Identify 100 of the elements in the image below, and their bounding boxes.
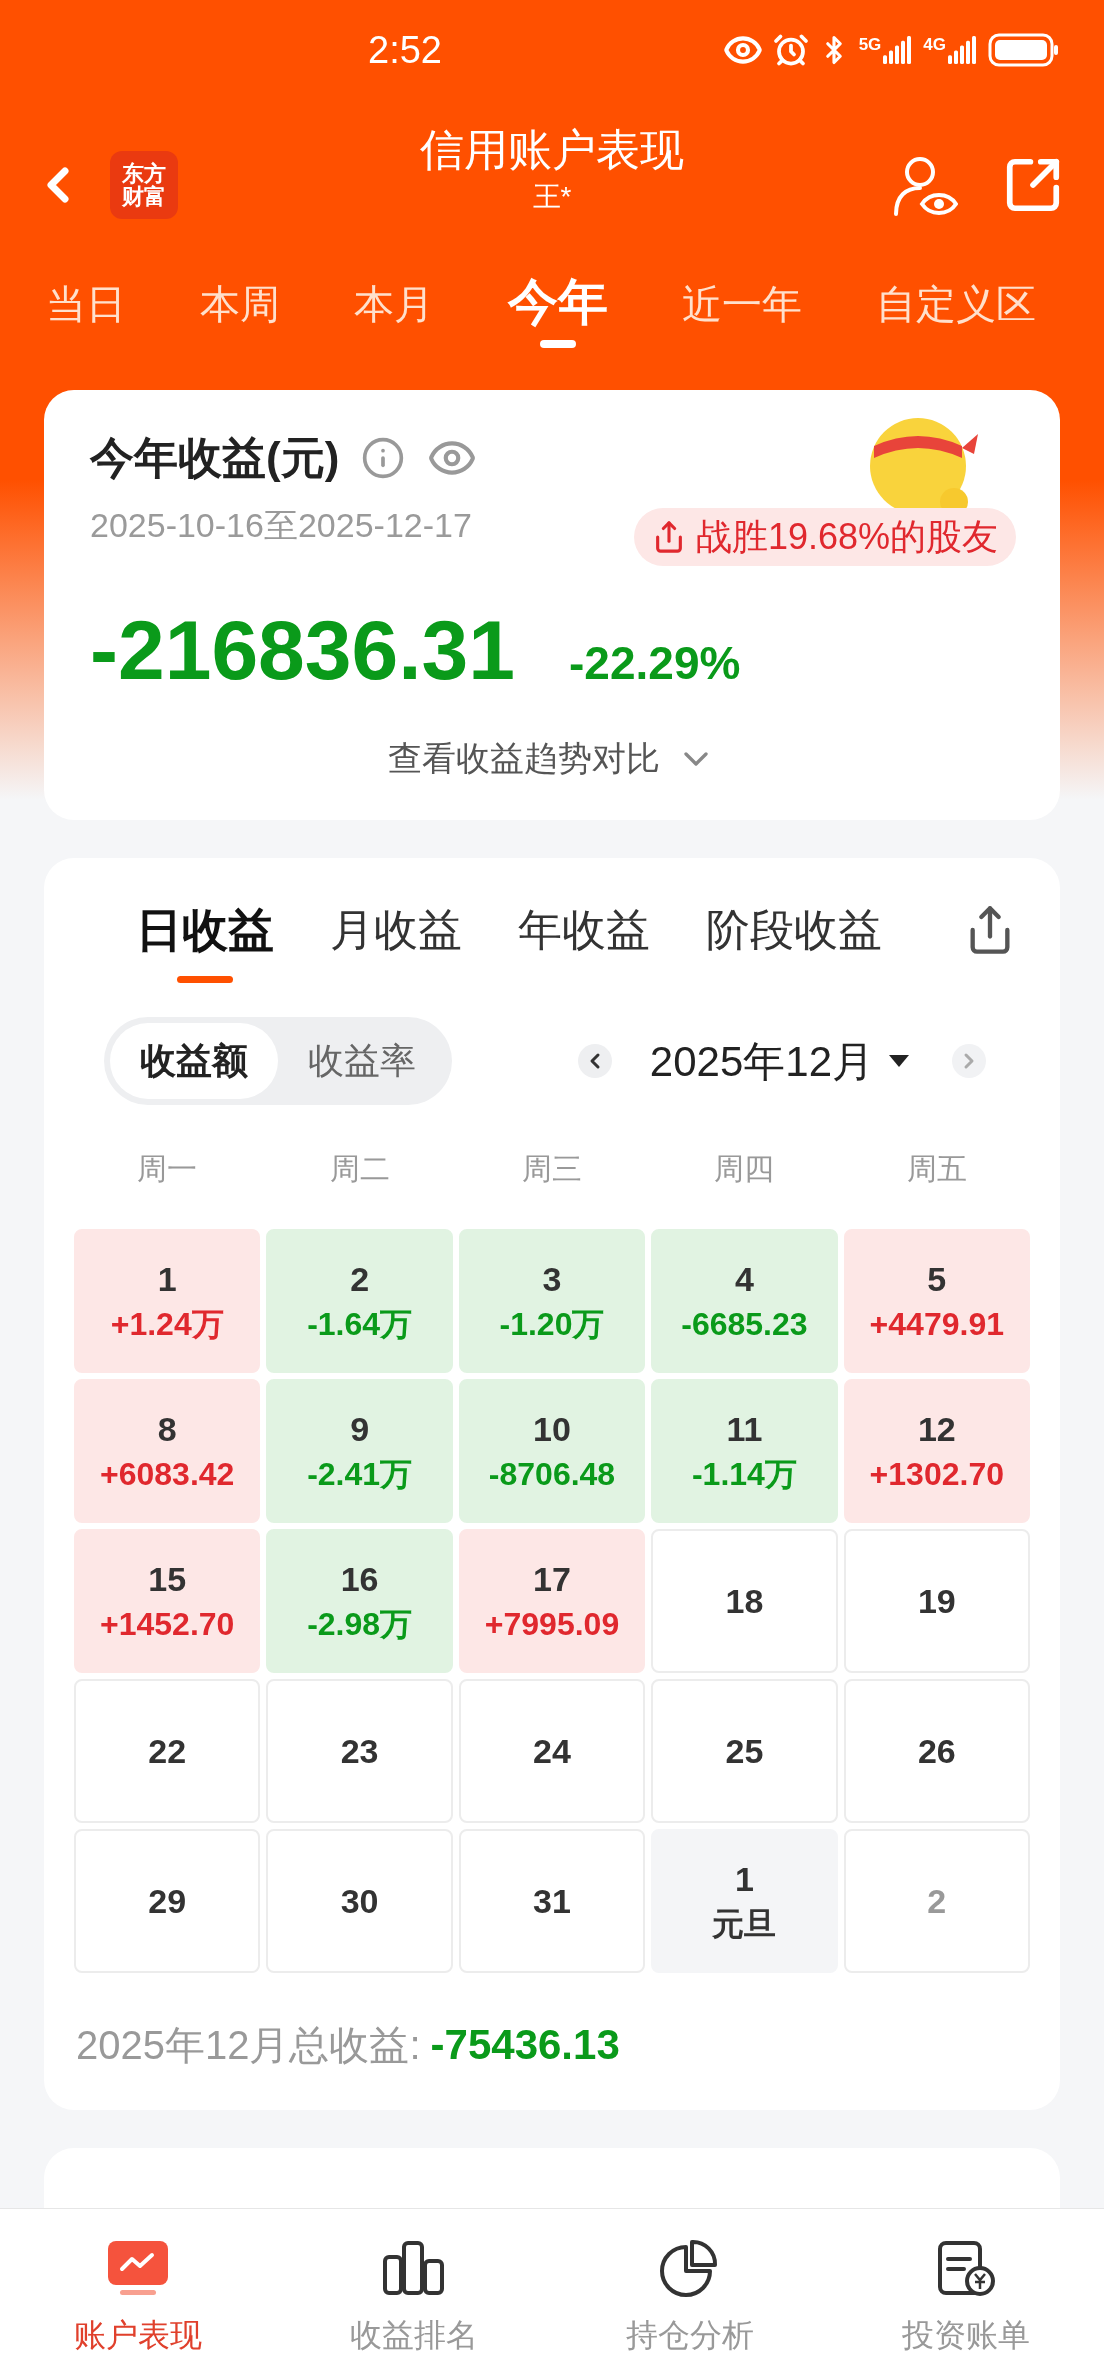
calendar-day[interactable]: 2 -1.64万 bbox=[266, 1229, 453, 1373]
calendar-day[interactable]: 11 -1.14万 bbox=[651, 1379, 838, 1523]
day-profit: -1.20万 bbox=[499, 1305, 605, 1344]
calendar-day[interactable]: 1 元旦 bbox=[651, 1829, 838, 1973]
network-label: 4G bbox=[923, 36, 946, 53]
calendar-day[interactable]: 26 bbox=[843, 1679, 1030, 1823]
day-profit: -2.98万 bbox=[307, 1605, 413, 1644]
day-profit: -1.64万 bbox=[307, 1305, 413, 1344]
calendar-day[interactable]: 18 bbox=[651, 1529, 838, 1673]
day-number: 3 bbox=[542, 1259, 562, 1300]
calendar-day[interactable]: 3 -1.20万 bbox=[458, 1229, 646, 1373]
day-profit: +1452.70 bbox=[100, 1605, 235, 1644]
calendar-day[interactable]: 25 bbox=[651, 1679, 838, 1823]
calendar-day[interactable]: 23 bbox=[266, 1679, 453, 1823]
day-profit: +1.24万 bbox=[110, 1305, 224, 1344]
chart-screen-icon bbox=[106, 2239, 170, 2297]
signal-icon bbox=[948, 36, 978, 64]
day-number: 25 bbox=[725, 1731, 764, 1772]
signal-icon bbox=[883, 36, 914, 64]
date-range: 2025-10-16至2025-12-17 bbox=[90, 505, 472, 546]
calendar-day[interactable]: 12 +1302.70 bbox=[843, 1379, 1030, 1523]
calendar-day[interactable]: 16 -2.98万 bbox=[266, 1529, 453, 1673]
page-title: 信用账户表现 bbox=[420, 124, 684, 176]
day-number: 12 bbox=[917, 1409, 956, 1450]
weekday-label: 周四 bbox=[713, 1151, 776, 1187]
trend-link[interactable]: 查看收益趋势对比 bbox=[388, 733, 660, 784]
month-total-value: -75436.13 bbox=[430, 2020, 620, 2070]
total-profit: -216836.31 bbox=[90, 602, 516, 699]
calendar-day[interactable]: 17 +7995.09 bbox=[458, 1529, 646, 1673]
day-number: 30 bbox=[340, 1881, 379, 1922]
battery-icon bbox=[988, 33, 1060, 67]
calendar-day[interactable]: 1 +1.24万 bbox=[74, 1229, 261, 1373]
calendar-day[interactable]: 30 bbox=[266, 1829, 453, 1973]
day-number: 10 bbox=[533, 1409, 571, 1450]
next-month-button[interactable] bbox=[952, 1044, 986, 1078]
day-number: 15 bbox=[148, 1559, 187, 1600]
day-profit: -6685.23 bbox=[681, 1305, 808, 1344]
profit-rate: -22.29% bbox=[569, 636, 741, 691]
day-profit: -2.41万 bbox=[307, 1455, 413, 1494]
account-name: 王* bbox=[532, 180, 572, 214]
day-number: 4 bbox=[734, 1259, 754, 1300]
day-profit: 元旦 bbox=[712, 1905, 777, 1944]
day-number: 19 bbox=[917, 1581, 956, 1622]
tab-indicator bbox=[540, 340, 576, 348]
profit-tab[interactable]: 月收益 bbox=[330, 898, 462, 962]
profit-tab[interactable]: 阶段收益 bbox=[706, 898, 882, 962]
segment-option[interactable]: 收益额 bbox=[110, 1023, 278, 1099]
weekday-label: 周三 bbox=[521, 1151, 583, 1187]
calendar-day[interactable]: 29 bbox=[74, 1829, 261, 1973]
day-number: 23 bbox=[340, 1731, 379, 1772]
calendar-day[interactable]: 24 bbox=[458, 1679, 646, 1823]
weekday-label: 周五 bbox=[905, 1151, 968, 1187]
alarm-icon bbox=[772, 32, 809, 68]
calendar-day[interactable]: 22 bbox=[74, 1679, 261, 1823]
day-profit: +1302.70 bbox=[869, 1455, 1004, 1494]
day-profit: +7995.09 bbox=[484, 1605, 620, 1644]
tab-indicator bbox=[177, 976, 233, 983]
day-number: 11 bbox=[726, 1409, 763, 1450]
prev-month-button[interactable] bbox=[577, 1044, 612, 1078]
status-time: 2:52 bbox=[368, 27, 442, 73]
calendar-day[interactable]: 15 +1452.70 bbox=[74, 1529, 261, 1673]
segment-option[interactable]: 收益率 bbox=[278, 1023, 446, 1099]
caret-icon[interactable] bbox=[888, 1054, 910, 1068]
calendar-day[interactable]: 31 bbox=[458, 1829, 646, 1973]
day-number: 29 bbox=[148, 1881, 187, 1922]
day-profit: -1.14万 bbox=[691, 1455, 797, 1494]
day-number: 5 bbox=[927, 1259, 947, 1300]
calendar-day[interactable]: 5 +4479.91 bbox=[843, 1229, 1030, 1373]
calendar-day[interactable]: 10 -8706.48 bbox=[458, 1379, 646, 1523]
month-label[interactable]: 2025年12月 bbox=[649, 1029, 874, 1093]
day-number: 9 bbox=[350, 1409, 370, 1450]
network-label: 5G bbox=[858, 36, 882, 53]
day-number: 8 bbox=[157, 1409, 177, 1450]
summary-title: 今年收益(元) bbox=[90, 432, 340, 484]
day-number: 2 bbox=[927, 1881, 947, 1922]
day-number: 17 bbox=[533, 1559, 571, 1600]
bar-chart-icon bbox=[382, 2239, 446, 2297]
info-icon[interactable] bbox=[361, 436, 406, 480]
day-number: 22 bbox=[148, 1731, 187, 1772]
profit-tab[interactable]: 日收益 bbox=[136, 898, 274, 962]
weekday-label: 周一 bbox=[136, 1151, 199, 1187]
weekday-label: 周二 bbox=[328, 1151, 391, 1187]
nav-item[interactable]: 账户表现 bbox=[0, 2209, 276, 2376]
rank-badge[interactable]: 战胜19.68%的股友 bbox=[633, 508, 1016, 566]
day-number: 26 bbox=[917, 1731, 956, 1772]
day-number: 2 bbox=[350, 1259, 370, 1300]
calendar-day[interactable]: 4 -6685.23 bbox=[651, 1229, 838, 1373]
calendar-day[interactable]: 9 -2.41万 bbox=[266, 1379, 453, 1523]
month-total-label: 2025年12月总收益: bbox=[76, 2022, 421, 2069]
profit-tab[interactable]: 年收益 bbox=[518, 898, 650, 962]
app-logo: 东方 财富 bbox=[110, 151, 178, 219]
day-number: 1 bbox=[734, 1859, 754, 1900]
day-profit: -8706.48 bbox=[488, 1455, 616, 1494]
calendar-day[interactable]: 8 +6083.42 bbox=[74, 1379, 261, 1523]
day-number: 31 bbox=[533, 1881, 571, 1922]
day-number: 24 bbox=[533, 1731, 571, 1772]
day-number: 1 bbox=[157, 1259, 177, 1300]
calendar-day[interactable]: 19 bbox=[843, 1529, 1030, 1673]
day-number: 16 bbox=[340, 1559, 379, 1600]
day-profit: +6083.42 bbox=[100, 1455, 235, 1494]
